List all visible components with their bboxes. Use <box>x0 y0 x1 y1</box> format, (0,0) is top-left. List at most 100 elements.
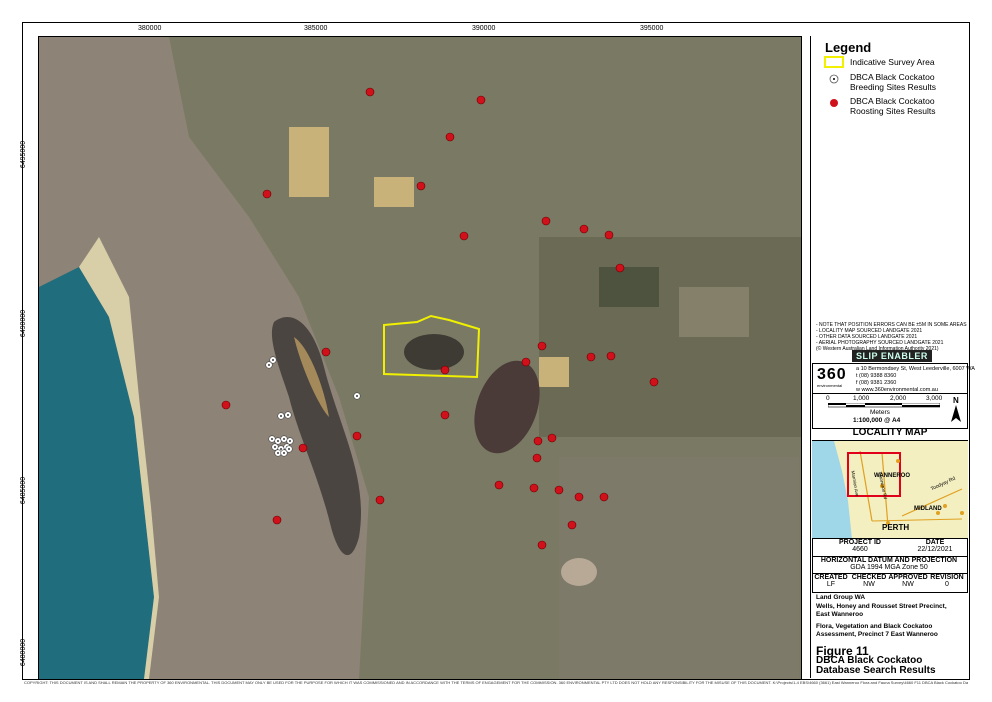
roosting-site-marker[interactable] <box>221 400 231 410</box>
project-id-label: PROJECT ID <box>838 539 881 546</box>
roosting-site-marker[interactable] <box>352 431 362 441</box>
revision-cell: REVISION 0 <box>928 574 966 588</box>
scale-label-0: 0 <box>826 395 830 402</box>
roosting-site-marker[interactable] <box>541 216 551 226</box>
roosting-site-marker[interactable] <box>416 181 426 191</box>
roosting-site-marker[interactable] <box>365 87 375 97</box>
breeding-site-marker-dot <box>288 448 290 450</box>
date-value: 22/12/2021 <box>917 546 953 553</box>
roosting-site-marker[interactable] <box>298 443 308 453</box>
approved-value: NW <box>902 581 914 588</box>
breeding-site-marker-dot <box>283 452 285 454</box>
loc-perth: PERTH <box>882 523 910 532</box>
breeding-site-marker-dot <box>268 364 270 366</box>
roosting-site-marker[interactable] <box>440 365 450 375</box>
breeding-site-marker-dot <box>272 359 274 361</box>
roosting-site-marker[interactable] <box>476 95 486 105</box>
legend-breeding-label-2: Breeding Sites Results <box>850 82 936 92</box>
fax-line: f (08) 9381 2360 <box>856 380 897 386</box>
legend-title: Legend <box>825 40 872 55</box>
roosting-site-marker[interactable] <box>599 492 609 502</box>
roosting-marker-icon <box>830 99 838 107</box>
roosting-site-marker[interactable] <box>579 224 589 234</box>
breeding-site-marker-dot <box>277 440 279 442</box>
breeding-site-marker-dot <box>356 395 358 397</box>
top-tick: 380000 <box>138 25 162 32</box>
roosting-site-marker[interactable] <box>529 483 539 493</box>
project-id-cell: PROJECT ID 4660 <box>830 539 890 553</box>
left-tick: 6490000 <box>20 309 28 338</box>
checked-value: NW <box>863 581 875 588</box>
roosting-site-marker[interactable] <box>445 132 455 142</box>
address-line: a 10 Bermondsey St, West Leederville, 60… <box>856 366 975 372</box>
roosting-site-marker[interactable] <box>574 492 584 502</box>
north-label: N <box>953 396 959 405</box>
roosting-site-marker[interactable] <box>604 230 614 240</box>
roosting-site-marker[interactable] <box>547 433 557 443</box>
breeding-site-marker-dot <box>283 438 285 440</box>
roosting-site-marker[interactable] <box>521 357 531 367</box>
scale-label-3: 3,000 <box>926 395 943 402</box>
survey-area-swatch-icon <box>824 56 844 68</box>
created-cell: CREATED LF <box>812 574 850 588</box>
datum-label: HORIZONTAL DATUM AND PROJECTION <box>820 557 958 564</box>
breeding-site-marker-dot <box>280 415 282 417</box>
roosting-site-marker[interactable] <box>272 515 282 525</box>
top-tick: 395000 <box>640 25 664 32</box>
scale-bar <box>828 403 940 408</box>
figure-title: Figure 11 DBCA Black Cockatoo Database S… <box>816 645 936 676</box>
roosting-site-marker[interactable] <box>262 189 272 199</box>
legend-roosting-label-1: DBCA Black Cockatoo <box>850 96 935 106</box>
site-markers <box>221 87 659 550</box>
roosting-site-marker[interactable] <box>440 410 450 420</box>
locality-map-title: LOCALITY MAP <box>852 427 928 438</box>
created-value: LF <box>826 581 836 588</box>
roosting-site-marker[interactable] <box>494 480 504 490</box>
scale-label-1: 1,000 <box>853 395 870 402</box>
figure-title-line-2: Database Search Results <box>816 665 936 676</box>
north-arrow-icon <box>951 405 961 422</box>
revision-value: 0 <box>945 581 949 588</box>
datum-cell: HORIZONTAL DATUM AND PROJECTION GDA 1994 … <box>812 557 966 571</box>
approved-cell: APPROVED NW <box>888 574 928 588</box>
roosting-site-marker[interactable] <box>459 231 469 241</box>
revision-label: REVISION <box>930 574 964 581</box>
scale-unit: Meters <box>870 409 890 416</box>
legend-survey-label: Indicative Survey Area <box>850 57 935 67</box>
roosting-site-marker[interactable] <box>532 453 542 463</box>
company-logo: 360 <box>817 366 847 383</box>
roosting-site-marker[interactable] <box>537 540 547 550</box>
aerial-map[interactable] <box>38 36 802 680</box>
legend-breeding-label-1: DBCA Black Cockatoo <box>850 72 935 82</box>
approved-label: APPROVED <box>888 574 928 581</box>
slip-enabler-logo: SLIP ENABLER <box>852 350 932 362</box>
breeding-marker-icon <box>829 74 839 84</box>
breeding-site-marker-dot <box>289 440 291 442</box>
roosting-site-marker[interactable] <box>649 377 659 387</box>
client-line-5: Assessment, Precinct 7 East Wanneroo <box>816 631 938 638</box>
roosting-site-marker[interactable] <box>586 352 596 362</box>
client-line-2: Wells, Honey and Rousset Street Precinct… <box>816 603 947 610</box>
datum-value: GDA 1994 MGA Zone 50 <box>850 564 928 571</box>
checked-label: CHECKED <box>851 574 887 581</box>
client-name: Land Group WA <box>816 594 866 601</box>
roosting-site-marker[interactable] <box>567 520 577 530</box>
copyright-notice: COPYRIGHT: THIS DOCUMENT IS AND SHALL RE… <box>24 680 968 685</box>
company-address: a 10 Bermondsey St, West Leederville, 60… <box>856 366 975 394</box>
scale-label-2: 2,000 <box>890 395 907 402</box>
roosting-site-marker[interactable] <box>375 495 385 505</box>
left-tick: 6485000 <box>20 476 28 505</box>
breeding-site-marker-dot <box>280 448 282 450</box>
roosting-site-marker[interactable] <box>321 347 331 357</box>
roosting-site-marker[interactable] <box>615 263 625 273</box>
roosting-site-marker[interactable] <box>537 341 547 351</box>
map-notes: - NOTE THAT POSITION ERRORS CAN BE ±5M I… <box>816 322 967 352</box>
client-line-4: Flora, Vegetation and Black Cockatoo <box>816 623 933 630</box>
loc-midland: MIDLAND <box>914 506 942 512</box>
top-tick: 390000 <box>472 25 496 32</box>
locality-map[interactable]: WANNEROO PERTH MIDLAND Toodyay Rd Marmio… <box>812 440 968 540</box>
roosting-site-marker[interactable] <box>533 436 543 446</box>
legend-roosting-label-2: Roosting Sites Results <box>850 106 936 116</box>
roosting-site-marker[interactable] <box>554 485 564 495</box>
roosting-site-marker[interactable] <box>606 351 616 361</box>
